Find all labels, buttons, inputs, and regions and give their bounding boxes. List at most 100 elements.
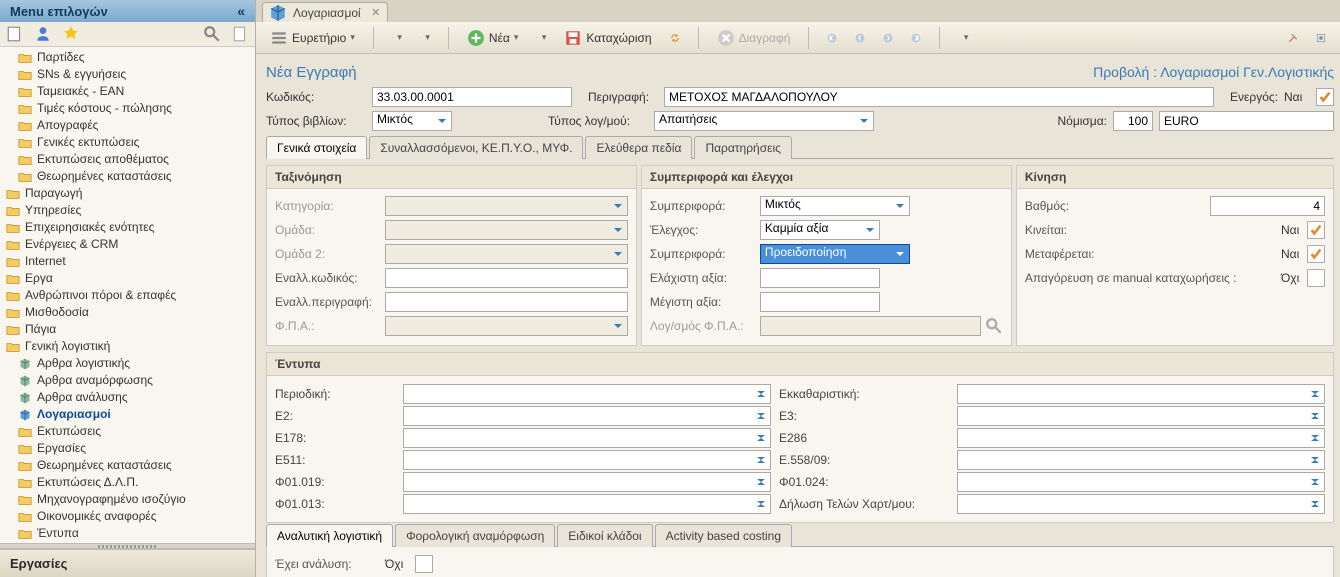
search-icon[interactable] <box>203 25 221 43</box>
category-select[interactable] <box>385 196 628 216</box>
updown-icon[interactable] <box>1307 496 1323 512</box>
updown-icon[interactable] <box>1307 430 1323 446</box>
user-icon[interactable] <box>34 25 52 43</box>
star-button[interactable]: ▾ <box>388 29 406 47</box>
tree-item[interactable]: Πάγια <box>0 321 255 338</box>
form-field-select[interactable] <box>957 428 1325 448</box>
tree-item[interactable]: Internet <box>0 253 255 270</box>
main-tab-accounts[interactable]: Λογαριασμοί ✕ <box>262 2 388 22</box>
desc-input[interactable] <box>664 87 1214 107</box>
form-field-select[interactable] <box>403 406 771 426</box>
transfer-checkbox[interactable] <box>1307 245 1325 263</box>
tree-item[interactable]: Εκτυπώσεις Δ.Λ.Π. <box>0 474 255 491</box>
sidebar-bottom-panel[interactable]: Εργασίες <box>0 549 255 577</box>
updown-icon[interactable] <box>753 474 769 490</box>
form-field-select[interactable] <box>957 494 1325 514</box>
tree-item[interactable]: Μηχανογραφημένο ισοζύγιο <box>0 491 255 508</box>
code-input[interactable] <box>372 87 572 107</box>
tree-item[interactable]: Παρτίδες <box>0 49 255 66</box>
form-field-select[interactable] <box>403 450 771 470</box>
tree-item[interactable]: Επιχειρησιακές ενότητες <box>0 219 255 236</box>
form-field-select[interactable] <box>957 406 1325 426</box>
zoom-button[interactable]: ▾ <box>416 29 434 47</box>
manualban-checkbox[interactable] <box>1307 269 1325 287</box>
attach-button[interactable]: ▾ <box>954 29 972 47</box>
group2-select[interactable] <box>385 244 628 264</box>
doc-icon[interactable] <box>231 25 249 43</box>
sub-tab[interactable]: Ειδικοί κλάδοι <box>557 524 652 547</box>
tree-item[interactable]: Λογαριασμοί <box>0 406 255 423</box>
tree-item[interactable]: Ταμειακές - EAN <box>0 83 255 100</box>
tree-item[interactable]: Τιμές κόστους - πώλησης <box>0 100 255 117</box>
behavior2-select[interactable]: Προειδοποίηση <box>760 244 910 264</box>
tree-item[interactable]: Απογραφές <box>0 117 255 134</box>
tree-item[interactable]: Εκτυπώσεις αποθέματος <box>0 151 255 168</box>
copy-button[interactable]: ▾ <box>532 29 550 47</box>
tree-item[interactable]: Αρθρα αναμόρφωσης <box>0 372 255 389</box>
updown-icon[interactable] <box>753 496 769 512</box>
prev-button[interactable] <box>851 29 869 47</box>
tree-item[interactable]: Εργα <box>0 270 255 287</box>
updown-icon[interactable] <box>753 386 769 402</box>
tree-item[interactable]: Παραγωγή <box>0 185 255 202</box>
inner-tab[interactable]: Γενικά στοιχεία <box>266 136 367 159</box>
inner-tab[interactable]: Ελεύθερα πεδία <box>585 136 692 159</box>
tree-item[interactable]: Ανθρώπινοι πόροι & επαφές <box>0 287 255 304</box>
form-field-select[interactable] <box>957 450 1325 470</box>
has-analysis-checkbox[interactable] <box>415 555 433 573</box>
acctype-select[interactable]: Απαιτήσεις <box>654 111 874 131</box>
browse-button[interactable]: Ευρετήριο▾ <box>266 26 359 50</box>
currency-name-input[interactable] <box>1159 111 1334 131</box>
new-page-icon[interactable] <box>6 25 24 43</box>
form-field-select[interactable] <box>403 472 771 492</box>
form-field-select[interactable] <box>403 384 771 404</box>
active-checkbox[interactable] <box>1316 88 1334 106</box>
min-input[interactable] <box>760 268 880 288</box>
inner-tab[interactable]: Παρατηρήσεις <box>694 136 792 159</box>
check-select[interactable]: Καμμία αξία <box>760 220 880 240</box>
altcode-input[interactable] <box>385 268 628 288</box>
form-field-select[interactable] <box>957 384 1325 404</box>
tree-item[interactable]: Εκτυπώσεις <box>0 423 255 440</box>
moves-checkbox[interactable] <box>1307 221 1325 239</box>
next-button[interactable] <box>879 29 897 47</box>
refresh-button[interactable] <box>666 29 684 47</box>
updown-icon[interactable] <box>753 408 769 424</box>
tree-item[interactable]: SNs & εγγυήσεις <box>0 66 255 83</box>
sub-tab[interactable]: Φορολογική αναμόρφωση <box>395 524 555 547</box>
currency-code-input[interactable] <box>1113 111 1153 131</box>
tree-item[interactable]: Έντυπα <box>0 525 255 542</box>
first-button[interactable] <box>823 29 841 47</box>
new-button[interactable]: Νέα▾ <box>463 26 522 50</box>
updown-icon[interactable] <box>753 452 769 468</box>
tree-item[interactable]: Οικονομικές αναφορές <box>0 508 255 525</box>
updown-icon[interactable] <box>753 430 769 446</box>
tree-item[interactable]: Ενέργειες & CRM <box>0 236 255 253</box>
vatacc-input[interactable] <box>760 316 981 336</box>
star-icon[interactable] <box>62 25 80 43</box>
delete-button[interactable]: Διαγραφή <box>713 26 795 50</box>
behavior-select[interactable]: Μικτός <box>760 196 910 216</box>
tree-item[interactable]: Γενικές εκτυπώσεις <box>0 134 255 151</box>
inner-tab[interactable]: Συναλλασσόμενοι, ΚΕ.Π.Υ.Ο., ΜΥΦ. <box>369 136 583 159</box>
tree-item[interactable]: Αρθρα ανάλυσης <box>0 389 255 406</box>
sub-tab[interactable]: Αναλυτική λογιστική <box>266 524 393 547</box>
tree-item[interactable]: Μισθοδοσία <box>0 304 255 321</box>
sub-tab[interactable]: Activity based costing <box>655 524 792 547</box>
settings-button[interactable] <box>1312 29 1330 47</box>
updown-icon[interactable] <box>1307 474 1323 490</box>
nav-tree[interactable]: ΠαρτίδεςSNs & εγγυήσειςΤαμειακές - EANΤι… <box>0 47 255 543</box>
updown-icon[interactable] <box>1307 386 1323 402</box>
booktype-select[interactable]: Μικτός <box>372 111 452 131</box>
tree-item[interactable]: Θεωρημένες καταστάσεις <box>0 168 255 185</box>
search-icon[interactable] <box>985 317 1003 335</box>
vat-select[interactable] <box>385 316 628 336</box>
last-button[interactable] <box>907 29 925 47</box>
save-button[interactable]: Καταχώριση <box>560 26 655 50</box>
tree-item[interactable]: Γενική λογιστική <box>0 338 255 355</box>
form-field-select[interactable] <box>403 494 771 514</box>
tree-item[interactable]: Θεωρημένες καταστάσεις <box>0 457 255 474</box>
close-icon[interactable]: ✕ <box>369 5 383 19</box>
altdesc-input[interactable] <box>385 292 628 312</box>
updown-icon[interactable] <box>1307 452 1323 468</box>
